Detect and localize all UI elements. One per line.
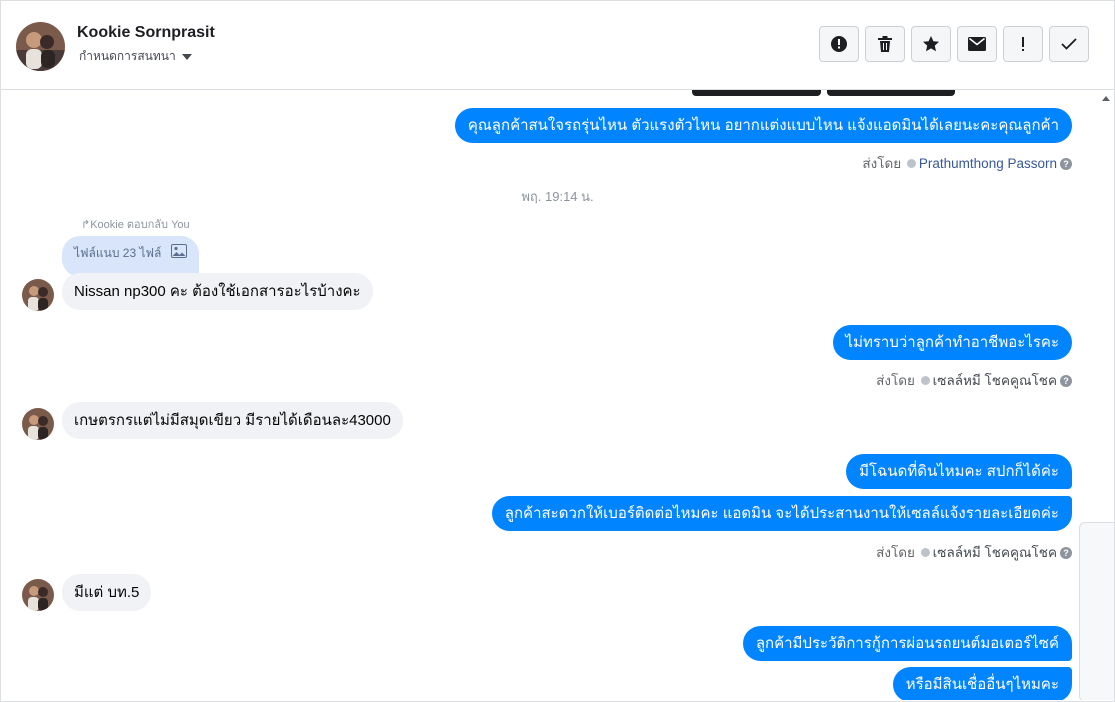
sent-by-label: ส่งโดย เซลล์หมี โชคคูณโชค?	[876, 369, 1072, 391]
alert-icon	[831, 36, 847, 52]
outgoing-message: หรือมีสินเชื่ออื่นๆไหมคะ	[892, 667, 1072, 700]
sender-status-dot-icon	[906, 159, 916, 168]
contact-name: Kookie Sornprasit	[77, 24, 215, 41]
conversation-pane[interactable]: คุณลูกค้าสนใจรถรุ่นไหน ตัวแรงตัวไหน อยาก…	[1, 90, 1114, 700]
outgoing-message: มีโฉนดที่ดินไหมคะ สปกก็ได้ค่ะ	[846, 454, 1072, 489]
reply-label-text: Kookie ตอบกลับ You	[90, 219, 190, 231]
delete-button[interactable]	[865, 26, 905, 62]
star-button[interactable]	[911, 26, 951, 62]
contact-avatar[interactable]	[22, 579, 54, 611]
sent-by-prefix: ส่งโดย	[876, 373, 915, 388]
replied-attachment[interactable]: ไฟล์แนบ 23 ไฟล์	[62, 236, 199, 277]
conversation-options-label: กำหนดการสนทนา	[79, 49, 176, 63]
help-icon[interactable]: ?	[1060, 375, 1072, 387]
sent-by-prefix: ส่งโดย	[876, 545, 915, 560]
sender-name[interactable]: เซลล์หมี โชคคูณโชค	[933, 373, 1057, 388]
sent-by-prefix: ส่งโดย	[862, 156, 902, 171]
scrollbar-thumb[interactable]	[1079, 522, 1114, 700]
mark-spam-button[interactable]	[819, 26, 859, 62]
caret-down-icon	[181, 53, 192, 60]
help-icon[interactable]: ?	[1060, 158, 1072, 170]
reply-arrow-icon: ↱	[81, 219, 91, 231]
mark-done-button[interactable]	[1049, 26, 1089, 62]
incoming-message: มีแต่ บท.5	[62, 574, 152, 611]
timestamp: พฤ. 19:14 น.	[521, 189, 594, 204]
attachment-card-edge	[692, 90, 821, 96]
attachment-card-edge	[827, 90, 955, 96]
check-icon	[1061, 38, 1077, 50]
outgoing-message: คุณลูกค้าสนใจรถรุ่นไหน ตัวแรงตัวไหน อยาก…	[454, 108, 1072, 143]
sender-name[interactable]: Prathumthong Passorn	[919, 156, 1057, 171]
sender-status-dot-icon	[920, 548, 930, 557]
contact-avatar[interactable]	[22, 279, 54, 311]
sender-status-dot-icon	[920, 376, 930, 385]
reply-label: ↱Kookie ตอบกลับ You	[81, 215, 190, 233]
outgoing-message: ลูกค้ามีประวัติการกู้การผ่อนรถยนต์มอเตอร…	[742, 626, 1072, 661]
help-icon[interactable]: ?	[1060, 547, 1072, 559]
follow-up-button[interactable]	[1003, 26, 1043, 62]
envelope-icon	[968, 37, 986, 51]
conversation-header: Kookie Sornprasit กำหนดการสนทนา	[1, 1, 1114, 90]
outgoing-message: ไม่ทราบว่าลูกค้าทำอาชีพอะไรคะ	[832, 325, 1072, 360]
incoming-message: เกษตรกรแต่ไม่มีสมุดเขียว มีรายได้เดือนละ…	[62, 402, 403, 439]
avatar[interactable]	[16, 22, 65, 71]
exclamation-icon	[1022, 37, 1024, 51]
star-icon	[923, 36, 939, 52]
conversation-options-dropdown[interactable]: กำหนดการสนทนา	[79, 47, 192, 66]
incoming-message: Nissan np300 คะ ต้องใช้เอกสารอะไรบ้างคะ	[62, 273, 373, 310]
attachment-count: ไฟล์แนบ 23 ไฟล์	[74, 246, 162, 260]
contact-avatar[interactable]	[22, 408, 54, 440]
image-icon	[170, 244, 187, 258]
scroll-up-arrow-icon[interactable]	[1102, 96, 1110, 101]
sender-name[interactable]: เซลล์หมี โชคคูณโชค	[933, 545, 1057, 560]
outgoing-message: ลูกค้าสะดวกให้เบอร์ติดต่อไหมคะ แอดมิน จะ…	[491, 496, 1072, 531]
mark-unread-button[interactable]	[957, 26, 997, 62]
sent-by-label: ส่งโดย เซลล์หมี โชคคูณโชค?	[876, 541, 1072, 563]
header-actions	[819, 26, 1089, 62]
sent-by-label: ส่งโดย Prathumthong Passorn?	[862, 152, 1072, 174]
trash-icon	[878, 36, 892, 52]
